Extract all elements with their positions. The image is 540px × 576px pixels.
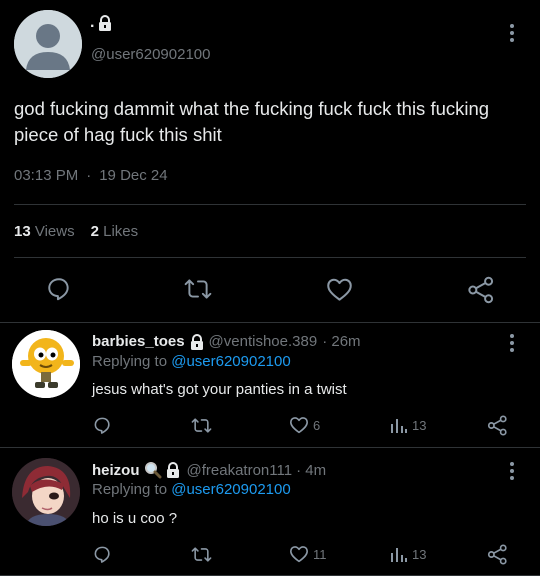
reply-time: · 26m [322, 333, 361, 350]
reply-header: barbies_toes @ventishoe.389 · 26m [92, 333, 361, 350]
reply-avatar[interactable] [12, 330, 80, 398]
retweet-icon [191, 547, 212, 562]
retweet-button[interactable] [191, 416, 212, 435]
share-icon [468, 276, 494, 304]
reply-author-name[interactable]: barbies_toes [92, 333, 185, 350]
retweet-button[interactable] [191, 545, 212, 564]
views-label: Views [34, 223, 75, 240]
heart-icon [290, 546, 308, 563]
more-options-icon[interactable] [509, 334, 515, 352]
reply-avatar[interactable] [12, 458, 80, 526]
replying-to: Replying to @user620902100 [92, 353, 291, 370]
retweet-icon [191, 418, 212, 433]
like-button[interactable]: 11 [289, 545, 327, 563]
author-name-row: . [90, 14, 112, 32]
replying-to-handle[interactable]: @user620902100 [171, 481, 291, 498]
like-button[interactable] [326, 277, 353, 307]
share-button[interactable] [487, 544, 508, 565]
share-icon [487, 544, 507, 565]
tweet-text-line: piece of hag fuck this shit [14, 124, 222, 145]
reply-button[interactable] [46, 276, 72, 307]
reply-author-handle[interactable]: @ventishoe.389 [209, 333, 318, 350]
lock-icon [190, 333, 203, 350]
emoji-avatar-icon [12, 330, 80, 398]
author-display-name[interactable]: . [90, 14, 94, 32]
views-button[interactable]: 13 [390, 545, 426, 563]
tweet-text-line: god fucking dammit what the fucking fuck… [14, 98, 490, 119]
replying-to-prefix: Replying to [92, 481, 168, 498]
share-icon [487, 415, 507, 436]
more-options-icon[interactable] [509, 462, 515, 480]
views-count: 13 [14, 223, 31, 240]
lock-icon [166, 462, 179, 478]
divider [0, 447, 540, 448]
reply-icon [48, 278, 69, 301]
tweet-date: 19 Dec 24 [99, 167, 168, 184]
likes-count: 2 [90, 223, 99, 240]
like-button[interactable]: 6 [289, 416, 320, 434]
share-button[interactable] [467, 276, 495, 309]
separator-dot: · [86, 167, 92, 184]
reply-author-handle[interactable]: @freakatron111 [187, 462, 293, 479]
likes-stat[interactable]: 2 Likes [91, 223, 139, 240]
divider [14, 257, 526, 258]
replying-to: Replying to @user620902100 [92, 481, 291, 498]
views-count: 13 [412, 546, 427, 562]
reply-text: ho is u coo ? [92, 510, 178, 527]
retweet-button[interactable] [184, 276, 212, 307]
magnifying-glass-icon [144, 462, 161, 479]
tweet-time: 03:13 PM [14, 167, 79, 184]
lock-icon [99, 15, 112, 31]
reply-author-name[interactable]: heizou [92, 462, 140, 479]
replying-to-handle[interactable]: @user620902100 [171, 353, 291, 370]
retweet-icon [184, 279, 212, 299]
likes-label: Likes [103, 223, 139, 240]
tweet-timestamp[interactable]: 03:13 PM · 19 Dec 24 [14, 167, 168, 184]
tweet-stats: 13 Views 2 Likes [14, 223, 138, 240]
reply-icon [94, 546, 110, 563]
heart-icon [290, 417, 308, 434]
reply-button[interactable] [93, 545, 112, 564]
share-button[interactable] [487, 415, 508, 436]
analytics-icon [391, 548, 407, 562]
reply-time: · 4m [296, 461, 327, 479]
analytics-icon [391, 419, 407, 433]
like-count: 11 [313, 546, 327, 562]
author-handle[interactable]: @user620902100 [91, 46, 211, 63]
like-count: 6 [313, 417, 321, 433]
reply-header: heizou @freakatron111 · 4m [92, 461, 326, 479]
divider [14, 204, 526, 205]
author-avatar[interactable] [14, 10, 82, 78]
divider [0, 322, 540, 323]
replying-to-prefix: Replying to [92, 353, 168, 370]
heart-icon [327, 278, 352, 301]
anime-avatar-icon [12, 458, 80, 526]
reply-icon [94, 417, 110, 434]
default-avatar-icon [14, 10, 82, 78]
views-stat[interactable]: 13 Views [14, 223, 75, 240]
views-button[interactable]: 13 [390, 416, 426, 434]
reply-button[interactable] [93, 416, 112, 435]
tweet-text: god fucking dammit what the fucking fuck… [14, 96, 529, 148]
views-count: 13 [412, 417, 427, 433]
more-options-icon[interactable] [509, 24, 515, 42]
reply-text: jesus what's got your panties in a twist [92, 381, 347, 398]
